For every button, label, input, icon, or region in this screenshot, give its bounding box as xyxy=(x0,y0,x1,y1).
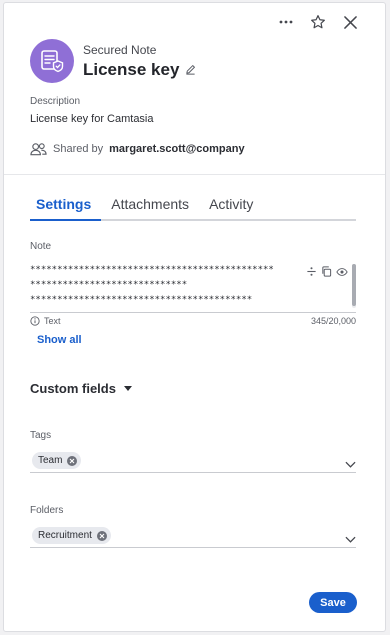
description-label: Description xyxy=(30,96,81,107)
note-line: ****************************************… xyxy=(30,295,253,305)
section-divider xyxy=(4,174,385,175)
more-icon[interactable] xyxy=(277,13,295,31)
item-header: Secured Note License key xyxy=(30,39,196,83)
remove-folder-icon[interactable] xyxy=(96,530,107,541)
chevron-down-icon[interactable] xyxy=(345,530,356,548)
note-textarea[interactable]: ****************************************… xyxy=(30,260,356,313)
tag-chip: Team xyxy=(32,452,82,469)
note-char-count: 345/20,000 xyxy=(310,316,356,326)
custom-fields-toggle[interactable]: Custom fields xyxy=(30,381,132,396)
note-details-panel: Secured Note License key Description Lic… xyxy=(3,2,386,632)
note-text: ****************************************… xyxy=(30,263,274,308)
save-button[interactable]: Save xyxy=(309,592,357,613)
note-format[interactable]: Text xyxy=(30,316,61,326)
folders-select[interactable]: Recruitment xyxy=(30,524,356,548)
note-label: Note xyxy=(30,241,52,252)
title-block: Secured Note License key xyxy=(83,43,196,80)
folder-chip-label: Recruitment xyxy=(38,530,92,541)
shared-by: Shared by margaret.scott@company xyxy=(30,142,245,156)
chevron-down-icon[interactable] xyxy=(345,455,356,473)
folders-label: Folders xyxy=(30,505,64,516)
caret-down-icon xyxy=(123,386,132,391)
note-format-label: Text xyxy=(44,316,61,326)
secured-note-avatar xyxy=(30,39,74,83)
show-all-link[interactable]: Show all xyxy=(37,334,82,346)
custom-fields-label: Custom fields xyxy=(30,381,116,396)
tab-settings[interactable]: Settings xyxy=(30,193,102,221)
item-title: License key xyxy=(83,59,180,79)
shared-by-prefix: Shared by xyxy=(53,143,104,155)
note-line: ****************************************… xyxy=(30,265,274,275)
tags-select[interactable]: Team xyxy=(30,449,356,473)
eye-icon[interactable] xyxy=(336,267,348,277)
tab-activity[interactable]: Activity xyxy=(199,193,263,221)
shared-by-user: margaret.scott@company xyxy=(109,143,245,155)
generate-icon[interactable] xyxy=(306,266,317,277)
edit-title-icon[interactable] xyxy=(185,64,196,75)
note-line: ***************************** xyxy=(30,280,188,290)
remove-tag-icon[interactable] xyxy=(67,455,78,466)
panel-actions xyxy=(277,13,359,31)
tags-label: Tags xyxy=(30,430,52,441)
star-icon[interactable] xyxy=(309,13,327,31)
secured-note-icon xyxy=(41,50,64,73)
note-tools xyxy=(306,266,348,277)
note-meta: Text 345/20,000 xyxy=(30,316,356,326)
tag-chip-label: Team xyxy=(38,455,63,466)
item-type-label: Secured Note xyxy=(83,42,157,57)
tab-bar: Settings Attachments Activity xyxy=(30,193,356,221)
folder-chip: Recruitment xyxy=(32,527,111,544)
title-row: License key xyxy=(83,60,196,80)
note-scrollbar[interactable] xyxy=(352,264,356,308)
copy-icon[interactable] xyxy=(321,266,332,277)
tab-attachments[interactable]: Attachments xyxy=(101,193,199,221)
close-icon[interactable] xyxy=(341,13,359,31)
info-icon xyxy=(30,316,40,326)
description-value: License key for Camtasia xyxy=(30,113,154,125)
users-icon xyxy=(30,142,47,156)
